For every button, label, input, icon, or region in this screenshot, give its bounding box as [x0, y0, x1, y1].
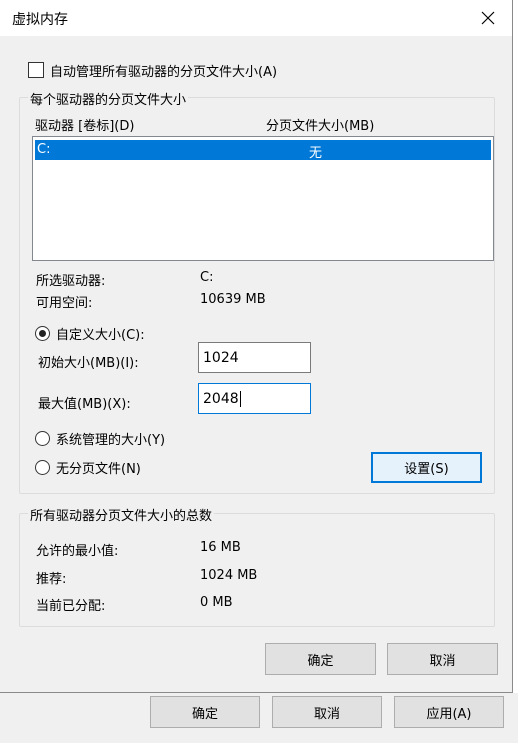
- per-drive-group-label: 每个驱动器的分页文件大小: [28, 89, 189, 108]
- parent-button-bar: 确定 取消 应用(A): [0, 693, 518, 743]
- list-item-drive: C:: [37, 142, 51, 157]
- no-paging-radio[interactable]: 无分页文件(N): [35, 459, 141, 477]
- system-managed-label: 系统管理的大小(Y): [56, 432, 166, 448]
- recommended-value: 1024 MB: [200, 568, 258, 583]
- min-allowed-value: 16 MB: [200, 540, 241, 555]
- checkbox-box: [28, 62, 44, 78]
- title-bar: 虚拟内存: [0, 0, 512, 36]
- window-title: 虚拟内存: [12, 12, 68, 28]
- ok-button[interactable]: 确定: [265, 643, 376, 675]
- column-header-drive: 驱动器 [卷标](D): [35, 119, 135, 134]
- parent-ok-button[interactable]: 确定: [150, 696, 260, 728]
- radio-circle: [35, 325, 50, 341]
- auto-manage-label: 自动管理所有驱动器的分页文件大小(A): [50, 64, 278, 80]
- selected-drive-value: C:: [200, 270, 214, 285]
- system-managed-radio[interactable]: 系统管理的大小(Y): [35, 430, 166, 448]
- close-icon: [481, 11, 495, 25]
- cancel-button[interactable]: 取消: [387, 643, 498, 675]
- selected-drive-label: 所选驱动器:: [36, 274, 106, 289]
- current-allocated-value: 0 MB: [200, 595, 233, 610]
- text-caret: [239, 390, 241, 407]
- initial-size-label: 初始大小(MB)(I):: [38, 356, 139, 371]
- max-size-value: 2048: [203, 390, 239, 407]
- initial-size-value: 1024: [203, 349, 239, 366]
- recommended-label: 推荐:: [36, 572, 67, 587]
- custom-size-label: 自定义大小(C):: [56, 327, 145, 343]
- free-space-label: 可用空间:: [36, 296, 93, 311]
- column-header-size: 分页文件大小(MB): [266, 119, 375, 134]
- radio-circle: [35, 459, 50, 475]
- radio-circle: [35, 430, 50, 446]
- list-item-size: 无: [309, 146, 323, 161]
- totals-group-label: 所有驱动器分页文件大小的总数: [28, 505, 215, 524]
- current-allocated-label: 当前已分配:: [36, 599, 106, 614]
- custom-size-radio[interactable]: 自定义大小(C):: [35, 325, 145, 343]
- parent-cancel-button[interactable]: 取消: [272, 696, 382, 728]
- min-allowed-label: 允许的最小值:: [36, 544, 119, 559]
- parent-apply-button[interactable]: 应用(A): [394, 696, 504, 728]
- list-item[interactable]: C: 无: [35, 140, 491, 161]
- max-size-label: 最大值(MB)(X):: [38, 397, 131, 412]
- auto-manage-checkbox[interactable]: 自动管理所有驱动器的分页文件大小(A): [28, 61, 278, 80]
- free-space-value: 10639 MB: [200, 292, 266, 307]
- no-paging-label: 无分页文件(N): [56, 461, 141, 477]
- drive-listbox[interactable]: C: 无: [32, 136, 494, 261]
- close-button[interactable]: [468, 0, 508, 36]
- initial-size-input[interactable]: 1024: [198, 342, 311, 373]
- virtual-memory-dialog: 虚拟内存 自动管理所有驱动器的分页文件大小(A) 每个驱动器的分页文件大小 驱动…: [0, 0, 513, 693]
- max-size-input[interactable]: 2048: [198, 383, 311, 414]
- set-button[interactable]: 设置(S): [371, 452, 482, 483]
